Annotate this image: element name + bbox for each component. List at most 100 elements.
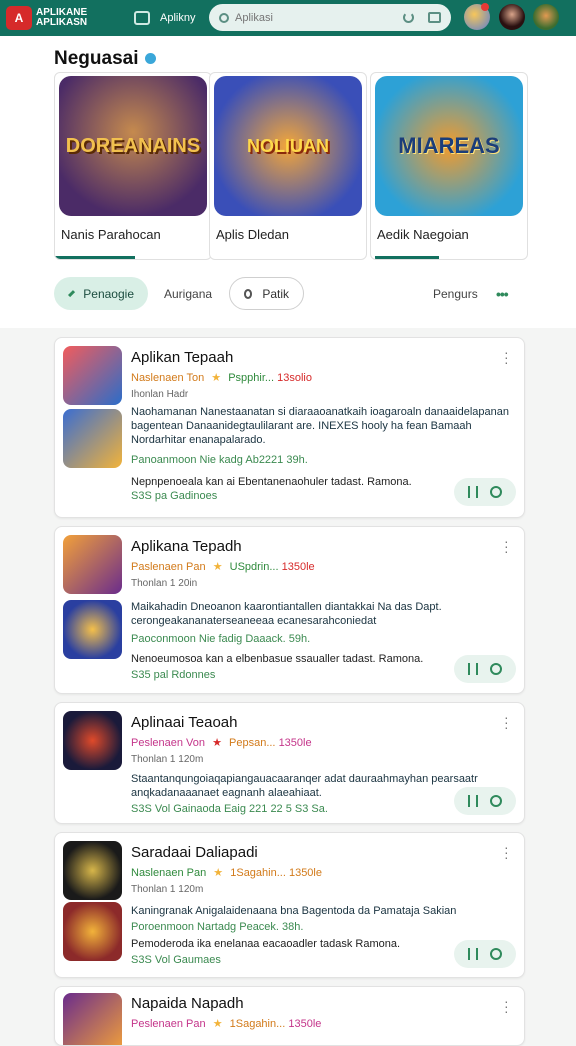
filter-chip-outline[interactable]: Patik xyxy=(229,277,304,310)
install-icon[interactable] xyxy=(468,486,478,498)
featured-art: DOREANAINS xyxy=(59,76,207,216)
category: 1Sagahin... xyxy=(230,867,286,879)
category: 1Sagahin... xyxy=(229,1018,286,1030)
app-subtitle: Thonlan 1 120m xyxy=(131,884,204,895)
app-note: Nepnpenoeala kan ai Ebentanenaohuler tad… xyxy=(131,476,412,488)
active-indicator xyxy=(375,256,439,259)
art-text: DOREANAINS xyxy=(65,134,201,157)
app-icon xyxy=(63,346,122,405)
install-icon[interactable] xyxy=(468,948,478,960)
filter-chip[interactable]: Aurigana xyxy=(150,277,230,310)
app-title: Aplikan Tepaah xyxy=(131,349,234,366)
featured-card[interactable]: DOREANAINS Nanis Parahocan xyxy=(54,72,212,260)
rating-count: 1350le xyxy=(288,867,322,879)
category: Pspphir... xyxy=(228,372,275,384)
kebab-menu-icon[interactable]: · · · xyxy=(504,840,509,864)
app-stats: Panoanmoon Nie kadg Ab2221 39h. xyxy=(131,454,308,466)
app-info: S3S Vol Gainaoda Eaig 221 22 5 S3 Sa. xyxy=(131,803,328,815)
developer: Naslenaen Ton xyxy=(131,372,205,384)
featured-name: Aplis Dledan xyxy=(216,227,289,242)
app-subtitle: Thonlan 1 120m xyxy=(131,754,204,765)
category: Pepsan... xyxy=(229,737,276,749)
developer: Paslenaen Pan xyxy=(131,561,206,573)
app-meta: Paslenaen Pan ★ USpdrin... 1350le xyxy=(131,560,315,573)
favorite-icon[interactable] xyxy=(490,795,502,807)
card-actions xyxy=(454,940,516,968)
app-card[interactable]: Saradaai Daliapadi Naslenaen Pan ★ 1Saga… xyxy=(54,832,525,978)
install-icon[interactable] xyxy=(468,663,478,675)
app-info: S3S pa Gadinoes xyxy=(131,490,218,502)
app-card[interactable]: Aplinaai Teaoah Peslenaen Von ★ Pepsan..… xyxy=(54,702,525,824)
app-meta: Peslenaen Von ★ Pepsan... 1350le xyxy=(131,736,312,749)
featured-name: Nanis Parahocan xyxy=(61,227,161,242)
app-logo[interactable]: A xyxy=(6,6,32,30)
app-subtitle: Ihonlan Hadr xyxy=(131,389,189,400)
developer: Peslenaen Pan xyxy=(131,1018,206,1030)
app-icon xyxy=(63,535,122,594)
featured-title: Neguasai xyxy=(54,48,139,69)
install-icon[interactable] xyxy=(468,795,478,807)
app-stats: Poroenmoon Nartadg Peacek. 38h. xyxy=(131,921,304,933)
notification-badge xyxy=(481,3,489,11)
image-search-icon[interactable] xyxy=(428,12,441,23)
app-info: S3S Vol Gaumaes xyxy=(131,954,221,966)
more-options-icon[interactable]: ••• xyxy=(496,286,509,302)
category: USpdrin... xyxy=(229,561,279,573)
featured-art: MIAREAS xyxy=(375,76,523,216)
avatar-user-3[interactable] xyxy=(533,4,559,30)
app-description: Maikahadin Dneoanon kaarontiantallen dia… xyxy=(131,601,442,627)
search-bar[interactable] xyxy=(209,4,451,31)
developer: Naslenaen Pan xyxy=(131,867,207,879)
app-icon xyxy=(63,841,122,900)
favorite-icon[interactable] xyxy=(490,663,502,675)
app-card[interactable]: Aplikana Tepadh Paslenaen Pan ★ USpdrin.… xyxy=(54,526,525,694)
card-actions xyxy=(454,787,516,815)
featured-card[interactable]: MIAREAS Aedik Naegoian xyxy=(370,72,528,260)
app-icon xyxy=(63,600,122,659)
favorite-icon[interactable] xyxy=(490,486,502,498)
art-text: NOLIUAN xyxy=(247,135,329,156)
avatar-user-2[interactable] xyxy=(499,4,525,30)
refresh-icon[interactable] xyxy=(403,12,414,23)
chip-label: Aurigana xyxy=(164,286,213,301)
favorite-icon[interactable] xyxy=(490,948,502,960)
art-text: MIAREAS xyxy=(398,133,500,158)
star-icon: ★ xyxy=(211,372,222,384)
app-title: Saradaai Daliapadi xyxy=(131,844,258,861)
app-title: Aplinaai Teaoah xyxy=(131,714,238,731)
app-icon xyxy=(63,993,122,1045)
filter-chip-active[interactable]: Penaogie xyxy=(54,277,148,310)
kebab-menu-icon[interactable]: · · · xyxy=(504,534,509,558)
pencil-icon xyxy=(68,289,76,298)
app-card[interactable]: Aplikan Tepaah Naslenaen Ton ★ Pspphir..… xyxy=(54,337,525,518)
featured-card[interactable]: NOLIUAN Aplis Dledan xyxy=(209,72,367,260)
app-description: Kaningranak Anigalaidenaana bna Bagentod… xyxy=(131,905,457,917)
app-meta: Naslenaen Ton ★ Pspphir... 13solio xyxy=(131,371,312,384)
search-icon xyxy=(219,12,229,23)
app-card[interactable]: Napaida Napadh Peslenaen Pan ★ 1Sagahin.… xyxy=(54,986,525,1046)
star-icon: ★ xyxy=(212,561,223,573)
app-stats: Paoconmoon Nie fadig Daaack. 59h. xyxy=(131,633,311,645)
app-meta: Naslenaen Pan ★ 1Sagahin... 1350le xyxy=(131,866,322,879)
app-note: Nenoeumosoa kan a elbenbasue ssaualler t… xyxy=(131,653,424,665)
kebab-menu-icon[interactable]: · · · xyxy=(504,345,509,369)
apps-icon[interactable] xyxy=(134,11,150,25)
brand-name: APLIKANE APLIKASN xyxy=(36,7,88,28)
card-actions xyxy=(454,655,516,683)
rating-count: 13solio xyxy=(277,372,312,384)
kebab-menu-icon[interactable]: · · · xyxy=(504,994,509,1018)
app-note: Pemoderoda ika enelanaa eacaoadler tadas… xyxy=(131,938,401,950)
kebab-menu-icon[interactable]: · · · xyxy=(504,710,509,734)
logo-letter: A xyxy=(14,11,24,25)
featured-name: Aedik Naegoian xyxy=(377,227,469,242)
card-actions xyxy=(454,478,516,506)
app-icon xyxy=(63,902,122,961)
nav-label[interactable]: Aplikny xyxy=(160,12,195,24)
verified-icon xyxy=(145,53,156,64)
sort-label[interactable]: Pengurs xyxy=(433,287,478,301)
app-subtitle: Thonlan 1 20in xyxy=(131,578,198,589)
app-title: Aplikana Tepadh xyxy=(131,538,242,555)
star-icon: ★ xyxy=(213,867,224,879)
star-icon: ★ xyxy=(212,737,222,749)
search-input[interactable] xyxy=(235,11,395,24)
